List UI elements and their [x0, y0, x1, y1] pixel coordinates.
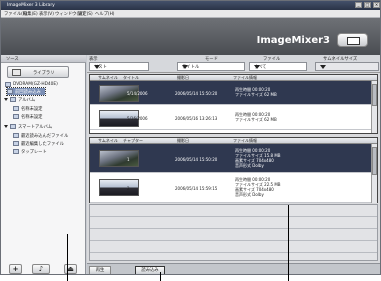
row-chapter: 2: [127, 186, 130, 191]
file-filter-select[interactable]: すべて: [249, 62, 307, 71]
window-title: ImageMixer 3 Library: [7, 3, 55, 8]
chapters-scrollbar[interactable]: [371, 144, 377, 203]
sidebar-item-label: 名称未設定: [21, 106, 43, 112]
row-date: 2006/05/14 15:50:20: [175, 91, 218, 96]
menu-edit[interactable]: 編集(E): [23, 11, 38, 17]
sidebar-item-label: スマートアルバム: [18, 124, 53, 130]
eject-button[interactable]: ⏏: [64, 264, 77, 274]
sidebar-item-smart-albums[interactable]: スマートアルバム: [4, 123, 84, 130]
row-date: 2006/05/14 15:59:15: [175, 186, 218, 191]
sidebar-item-label: 名称未設定: [21, 114, 43, 120]
smart-album-icon: [13, 141, 19, 146]
row-date: 2006/05/14 15:50:20: [175, 157, 218, 162]
album-icon: [13, 106, 19, 111]
video-thumbnail: [99, 150, 139, 167]
content-area: サムネイル タイトル 撮影日 ファイル情報 5/14/2006 2006/05/…: [87, 73, 380, 263]
smart-album-icon: [10, 124, 16, 129]
row-chapter: 1: [127, 157, 130, 162]
video-thumbnail: [99, 179, 139, 196]
sidebar-header-label: ソース: [6, 57, 19, 62]
view-toolbar: 表示 リスト モード タイトル ファイル すべて サムネイルサイズ: [87, 55, 380, 73]
clip-icon: [7, 89, 13, 94]
sidebar-item-label: アルバム: [18, 97, 36, 103]
sidebar-item-recent-edits[interactable]: 最近編集したファイル: [13, 140, 85, 147]
menu-help[interactable]: ヘルプ(H): [95, 11, 114, 17]
sidebar-item-label: 最近編集したファイル: [21, 141, 64, 147]
disc-icon: [5, 82, 11, 87]
smart-album-icon: [13, 149, 19, 154]
expand-triangle-icon[interactable]: [4, 98, 8, 101]
maximize-button[interactable]: □: [364, 2, 371, 8]
table-row[interactable]: 5/14/2006 2006/05/14 15:50:20 再生時間 00:00…: [90, 81, 377, 105]
empty-list-area: [89, 204, 378, 261]
album-icon: [10, 97, 16, 102]
row-file-info: 再生時間 00:00:20 ファイルサイズ 22.5 MB 画素サイズ 704x…: [235, 177, 281, 197]
library-icon: [12, 69, 21, 76]
sidebar-item-album-1[interactable]: 名称未設定: [13, 105, 83, 112]
titles-scrollbar[interactable]: [371, 81, 377, 133]
row-file-info: 再生時間 00:00:20 ファイルサイズ 62 MB: [235, 87, 277, 97]
smart-album-icon: [13, 133, 19, 138]
table-row[interactable]: 1 2006/05/14 15:50:20 再生時間 00:00:20 ファイル…: [90, 144, 377, 173]
title-bar: ImageMixer 3 Library _ □ ×: [1, 1, 380, 10]
callout-line: [288, 205, 289, 281]
sidebar-item-albums[interactable]: アルバム: [4, 96, 84, 103]
sidebar-item-template[interactable]: タップレート: [13, 148, 85, 155]
add-album-button[interactable]: +: [9, 264, 22, 274]
row-title: 5/14/2006: [127, 91, 148, 96]
sidebar-item-label: タップレート: [21, 149, 47, 155]
brand-logo: ImageMixer3: [256, 35, 330, 46]
chevron-down-icon: [254, 65, 260, 69]
scrollbar-thumb[interactable]: [372, 147, 377, 175]
row-file-info: 再生時間 00:00:20 ファイルサイズ 15.8 MB 画素サイズ 704x…: [235, 148, 281, 168]
row-file-info: 再生時間 00:00:20 ファイルサイズ 62 MB: [235, 112, 277, 122]
table-row[interactable]: 5/16/2006 2006/05/16 13:26:13 再生時間 00:00…: [90, 106, 377, 130]
chevron-down-icon: [320, 65, 326, 69]
bottom-toolbar: 再生 読み込み: [87, 263, 380, 274]
row-date: 2006/05/16 13:26:13: [175, 116, 218, 121]
sidebar-item-label: 最近読み込んだファイル: [21, 133, 69, 139]
info-line: 音声形式 Dolby: [235, 192, 264, 197]
album-icon: [13, 114, 19, 119]
sidebar-item-recent-imports[interactable]: 最近読み込んだファイル: [13, 132, 85, 139]
menu-view[interactable]: 表示(V): [39, 11, 54, 17]
info-line: ファイルサイズ 62 MB: [235, 92, 277, 97]
settings-menu-button[interactable]: ♪: [32, 264, 50, 274]
titles-list: サムネイル タイトル 撮影日 ファイル情報 5/14/2006 2006/05/…: [89, 74, 378, 134]
app-header: ImageMixer3: [1, 18, 380, 55]
close-button[interactable]: ×: [373, 2, 380, 8]
table-row[interactable]: 2 2006/05/14 15:59:15 再生時間 00:00:20 ファイル…: [90, 173, 377, 203]
source-sidebar: ソース ライブラリ DVDRAM(GZ-HD40E) 前回読み込み アルバム 名…: [1, 55, 86, 274]
display-mode-select[interactable]: リスト: [89, 62, 149, 71]
menu-settings[interactable]: 設定(S): [78, 11, 93, 17]
mode-select[interactable]: タイトル: [177, 62, 245, 71]
chapters-list: サムネイル チャプター 撮影日 ファイル情報 1 2006/05/14 15:5…: [89, 137, 378, 203]
sidebar-item-dvdram[interactable]: DVDRAM(GZ-HD40E): [5, 81, 83, 88]
sidebar-item-label: DVDRAM(GZ-HD40E): [13, 82, 58, 87]
sidebar-item-last-import[interactable]: 前回読み込み: [6, 87, 46, 96]
minimize-button[interactable]: _: [355, 2, 362, 8]
application-window: ImageMixer 3 Library _ □ × ファイル(F) 編集(E)…: [0, 0, 381, 275]
display-toggle-button[interactable]: [337, 33, 368, 47]
info-line: 音声形式 Dolby: [235, 163, 264, 168]
chevron-down-icon: [94, 65, 100, 69]
sidebar-item-label: 前回読み込み: [15, 89, 41, 95]
callout-line: [67, 234, 68, 281]
play-button[interactable]: 再生: [89, 266, 111, 274]
menu-bar: ファイル(F) 編集(E) 表示(V) ウィンドウ(W) 設定(S) ヘルプ(H…: [1, 10, 380, 18]
info-line: ファイルサイズ 62 MB: [235, 117, 277, 122]
library-button-label: ライブラリ: [33, 71, 55, 76]
sidebar-header: ソース: [1, 55, 86, 63]
thumbnail-size-slider[interactable]: [315, 62, 379, 71]
scrollbar-thumb[interactable]: [372, 84, 377, 106]
chevron-down-icon: [182, 65, 188, 69]
library-button[interactable]: ライブラリ: [7, 66, 69, 78]
callout-line: [160, 272, 161, 281]
sidebar-item-album-2[interactable]: 名称未設定: [13, 113, 83, 120]
row-title: 5/16/2006: [127, 116, 148, 121]
expand-triangle-icon[interactable]: [4, 125, 8, 128]
